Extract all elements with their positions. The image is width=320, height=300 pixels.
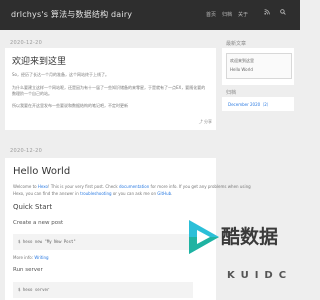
create-post-heading: Create a new post <box>13 220 64 226</box>
recent-posts-widget: 欢迎来到这里 Hello World <box>222 48 294 85</box>
search-icon[interactable] <box>280 9 286 17</box>
post-card: 欢迎来到这里 So，经历了长达一个月的准备，这个网站终于上线了。 为什么要建立这… <box>5 48 216 130</box>
code-block: $ hexo server <box>13 282 193 298</box>
nav-about[interactable]: 关于 <box>238 11 248 18</box>
archive-link[interactable]: December 2020（2） <box>228 102 271 108</box>
watermark-subtext: KUIDC <box>227 270 293 281</box>
watermark-text: 酷数据 <box>221 226 279 248</box>
text: Welcome to <box>13 184 38 189</box>
share-icon: ⤴ <box>198 119 203 124</box>
post-paragraph: 为什么要建立这样一个网站呢，还是因为有十一届了一些知识储备的来零星，于是就有了一… <box>12 85 206 96</box>
post-title[interactable]: 欢迎来到这里 <box>12 54 66 67</box>
more-info: More info: Writing <box>13 255 49 260</box>
github-link[interactable]: GitHub <box>157 191 171 196</box>
post-intro-line2: Hexo, you can find the answer in trouble… <box>13 191 172 196</box>
play-logo-icon <box>189 220 219 254</box>
code-text: $ hexo server <box>18 287 50 292</box>
nav-archive[interactable]: 归档 <box>222 11 232 18</box>
archive-widget: December 2020（2） <box>222 97 294 111</box>
post-paragraph: So，经历了长达一个月的准备，这个网站终于上线了。 <box>12 72 109 77</box>
text: . <box>171 191 173 196</box>
post-date: 2020-12-20 <box>10 148 43 154</box>
text: or you can ask me on <box>111 191 158 196</box>
text: ! This is your very first post. Check <box>47 184 119 189</box>
troubleshooting-link[interactable]: troubleshooting <box>80 191 112 196</box>
archive-heading: 归档 <box>226 90 237 96</box>
text: Hexo, you can find the answer in <box>13 191 81 196</box>
hexo-link[interactable]: Hexo <box>38 184 48 189</box>
recent-posts-list: 欢迎来到这里 Hello World <box>226 53 292 79</box>
site-title[interactable]: drlchys's 算法与数据结构 dairy <box>11 9 132 20</box>
recent-post-link[interactable]: 欢迎来到这里 <box>230 58 254 64</box>
code-block: $ hexo new "My New Post" <box>13 234 193 250</box>
post-paragraph: 所以我要在开这里发布一些要说和数据结构的笔记吧，不定时更新 <box>12 103 128 108</box>
text: More info: <box>13 255 35 260</box>
site-header: drlchys's 算法与数据结构 dairy 首页 归档 关于 <box>0 0 300 30</box>
text: for more info. If you get any problems w… <box>149 184 251 189</box>
run-server-heading: Run server <box>13 267 43 273</box>
code-text: $ hexo new "My New Post" <box>18 239 76 244</box>
nav-home[interactable]: 首页 <box>206 11 216 18</box>
recent-posts-heading: 最新文章 <box>226 41 247 47</box>
share-label: 分享 <box>204 119 212 124</box>
writing-link[interactable]: Writing <box>34 255 48 260</box>
rss-icon[interactable] <box>264 9 270 17</box>
documentation-link[interactable]: documentation <box>119 184 149 189</box>
recent-post-link[interactable]: Hello World <box>230 67 253 72</box>
share-button[interactable]: ⤴ 分享 <box>199 119 212 125</box>
post-date: 2020-12-20 <box>10 40 43 46</box>
post-title[interactable]: Hello World <box>13 166 70 177</box>
quick-start-heading: Quick Start <box>13 203 53 211</box>
watermark-logo: 酷数据 KUIDC <box>185 210 295 292</box>
post-intro: Welcome to Hexo! This is your very first… <box>13 184 251 189</box>
